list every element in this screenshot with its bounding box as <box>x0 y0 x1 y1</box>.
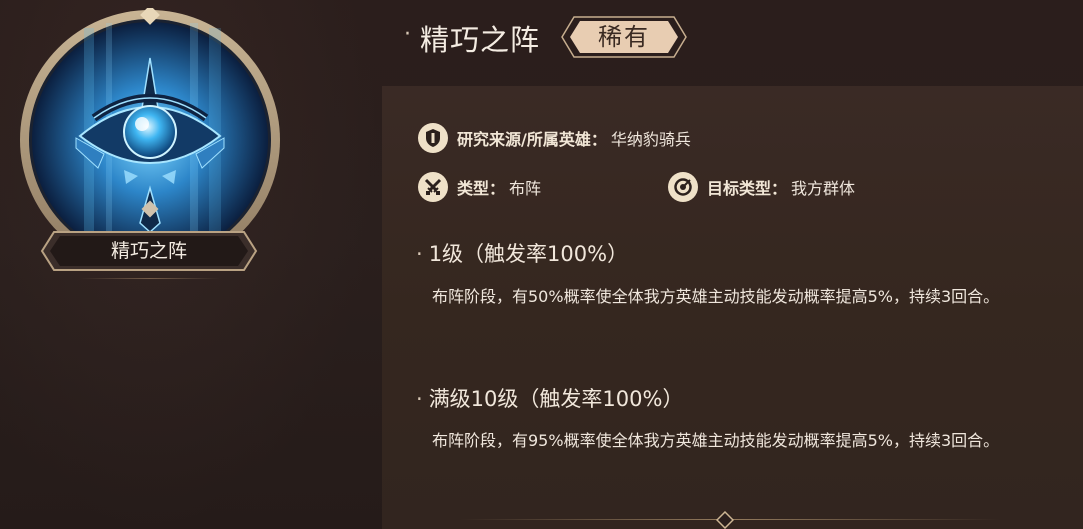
type-value: 布阵 <box>509 179 542 198</box>
source-label: 研究来源/所属英雄： <box>457 130 607 149</box>
emblem-name-label: 精巧之阵 <box>110 240 187 262</box>
emblem-name-plate: 精巧之阵 <box>40 230 258 272</box>
type-row: 类型： 布阵 <box>418 172 541 202</box>
rarity-badge: 稀有 <box>560 15 688 59</box>
level-max-title-text: 满级10级（触发率100%） <box>428 387 684 411</box>
rarity-label: 稀有 <box>598 23 650 51</box>
level-bullet: · <box>416 387 423 411</box>
target-label: 目标类型： <box>707 179 788 198</box>
type-label: 类型： <box>457 179 506 198</box>
crossed-swords-icon <box>418 172 448 202</box>
level-max-description: 布阵阶段，有95%概率使全体我方英雄主动技能发动概率提高5%，持续3回合。 <box>432 431 1000 450</box>
target-row: 目标类型： 我方群体 <box>668 172 855 202</box>
emblem-underline <box>80 278 220 279</box>
title-bullet: · <box>404 22 411 47</box>
level-1-title-text: 1级（触发率100%） <box>428 242 629 266</box>
level-bullet: · <box>416 242 423 266</box>
level-max-title: · 满级10级（触发率100%） <box>416 383 683 413</box>
target-icon <box>668 172 698 202</box>
target-value: 我方群体 <box>791 179 856 198</box>
skill-title: 精巧之阵 <box>420 23 541 57</box>
shield-icon <box>418 123 448 153</box>
source-row: 研究来源/所属英雄： 华纳豹骑兵 <box>418 123 691 153</box>
level-1-description: 布阵阶段，有50%概率使全体我方英雄主动技能发动概率提高5%，持续3回合。 <box>432 287 1000 306</box>
divider-diamond-icon <box>716 511 734 529</box>
source-value: 华纳豹骑兵 <box>610 130 691 149</box>
level-1-title: · 1级（触发率100%） <box>416 238 628 268</box>
